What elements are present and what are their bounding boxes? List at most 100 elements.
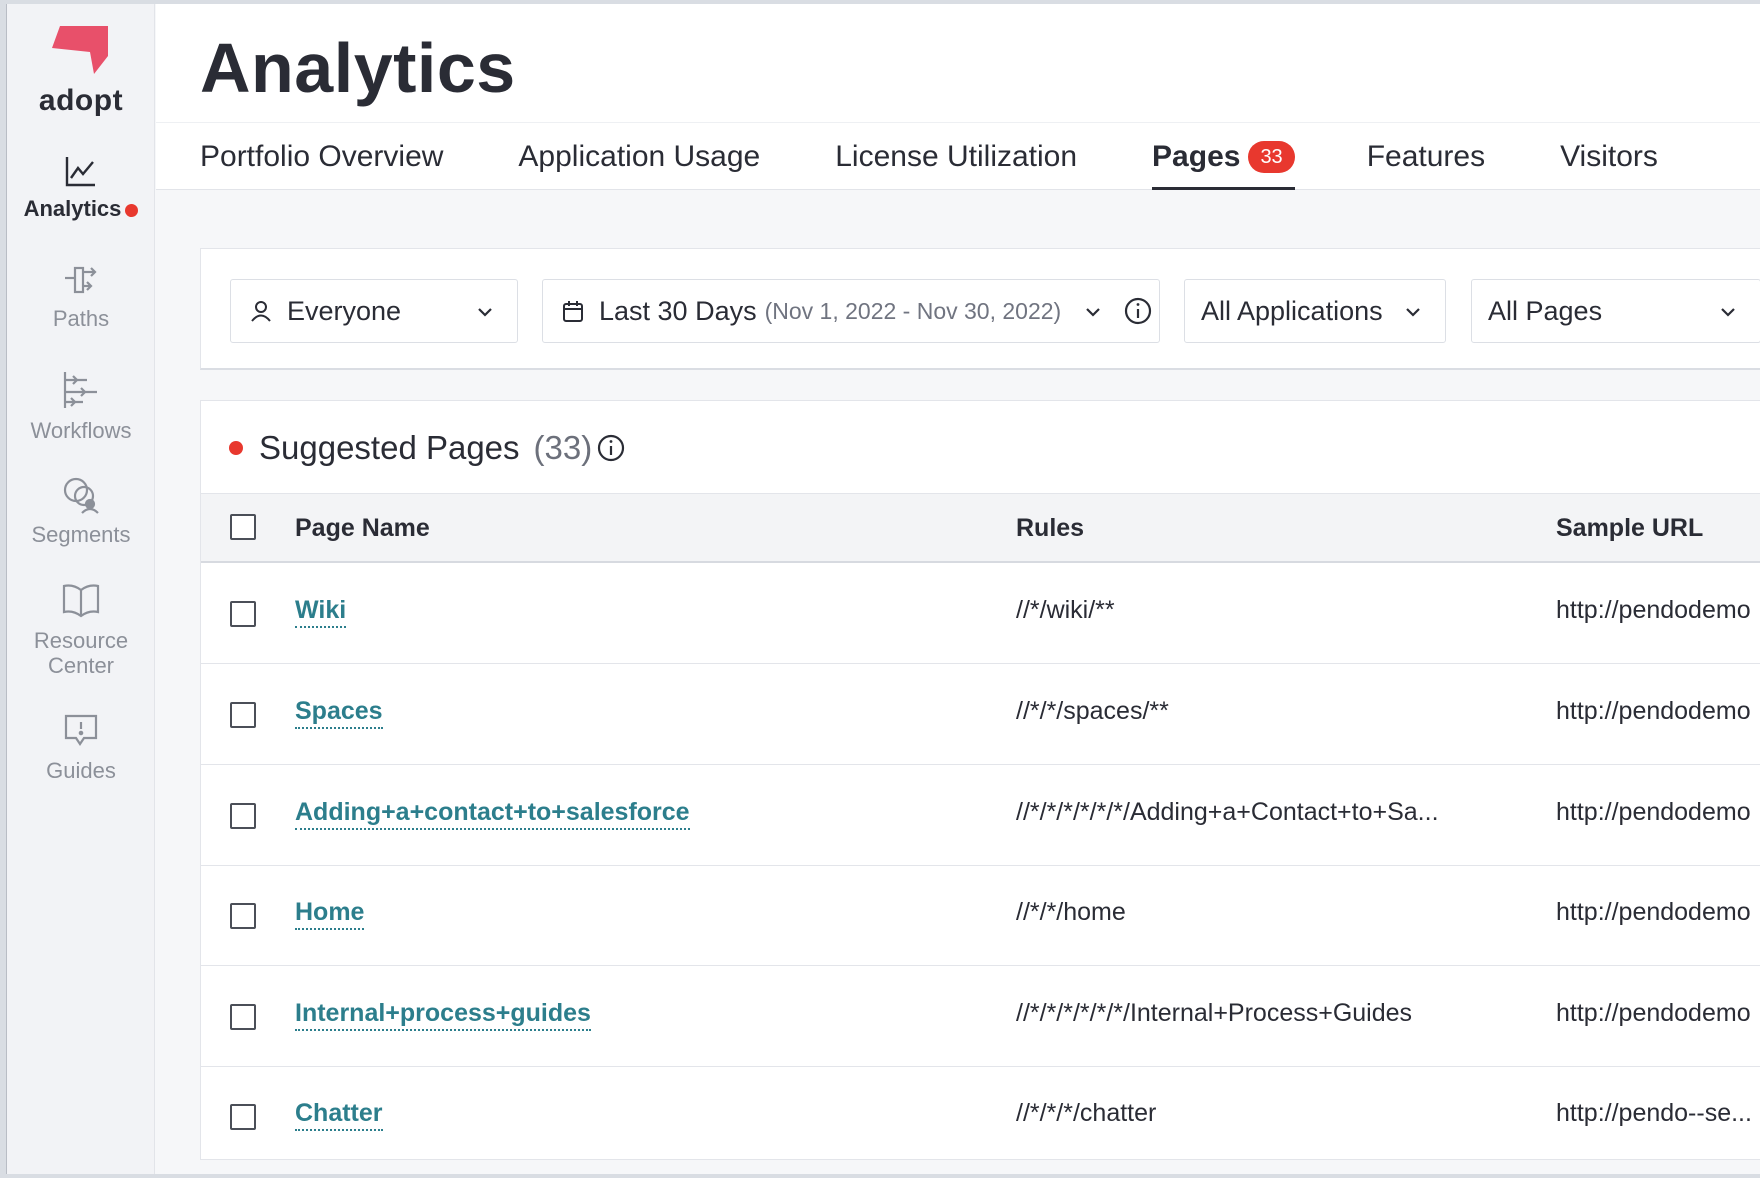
row-checkbox[interactable] <box>230 903 256 929</box>
chevron-down-icon <box>1406 308 1420 317</box>
table-row: Chatter //*/*/*/chatter http://pendo--se… <box>201 1067 1760 1167</box>
sample-url: http://pendodemo <box>1556 596 1751 624</box>
tab-label: Application Usage <box>518 140 761 173</box>
user-icon <box>251 301 271 322</box>
sidebar-item-label: Analytics <box>23 196 122 221</box>
tab-bar: Portfolio Overview Application Usage Lic… <box>200 136 1658 190</box>
sample-url: http://pendodemo <box>1556 898 1751 926</box>
page-name-link[interactable]: Wiki <box>295 596 347 628</box>
sidebar-item-segments[interactable]: Segments <box>7 476 155 547</box>
pages-dropdown[interactable]: All Pages <box>1471 279 1760 343</box>
sidebar: adopt Analytics Paths Workflows Segments… <box>7 4 155 1174</box>
table-header: Page Name Rules Sample URL <box>201 493 1760 563</box>
adopt-logo-icon <box>52 26 108 74</box>
page-rule: //*/*/spaces/** <box>1016 697 1169 725</box>
sidebar-item-label: Workflows <box>30 418 132 443</box>
sidebar-item-label: Resource Center <box>33 628 129 678</box>
info-icon[interactable] <box>1123 296 1153 326</box>
divider <box>156 122 1760 123</box>
sample-url: http://pendo--se... <box>1556 1099 1752 1127</box>
table-row: Spaces //*/*/spaces/** http://pendodemo <box>201 665 1760 765</box>
suggested-pages-card: Suggested Pages (33) Page Name Rules Sam… <box>200 400 1760 1160</box>
suggested-count: (33) <box>533 429 593 466</box>
page-rule: //*/*/home <box>1016 898 1126 926</box>
row-checkbox[interactable] <box>230 702 256 728</box>
workflows-icon <box>63 372 97 408</box>
tab-label: Features <box>1366 140 1486 173</box>
pages-count-badge: 33 <box>1248 141 1295 173</box>
date-range-detail: (Nov 1, 2022 - Nov 30, 2022) <box>764 297 1062 324</box>
segments-icon <box>63 477 99 514</box>
row-checkbox[interactable] <box>230 1004 256 1030</box>
segment-dropdown[interactable]: Everyone <box>230 279 518 343</box>
pages-value: All Pages <box>1488 295 1603 326</box>
row-checkbox[interactable] <box>230 601 256 627</box>
page-name-link[interactable]: Adding+a+contact+to+salesforce <box>295 798 690 830</box>
sidebar-item-paths[interactable]: Paths <box>7 262 155 331</box>
tab-pages[interactable]: Pages 33 <box>1152 136 1295 190</box>
card-title: Suggested Pages <box>259 429 520 466</box>
sidebar-item-workflows[interactable]: Workflows <box>7 370 155 443</box>
date-range-dropdown[interactable]: Last 30 Days (Nov 1, 2022 - Nov 30, 2022… <box>542 279 1160 343</box>
date-range-value: Last 30 Days <box>599 295 757 326</box>
page-name-link[interactable]: Spaces <box>295 697 383 729</box>
info-icon[interactable] <box>596 433 626 463</box>
brand-name: adopt <box>38 84 124 117</box>
table-row: Adding+a+contact+to+salesforce //*/*/*/*… <box>201 766 1760 866</box>
tab-portfolio-overview[interactable]: Portfolio Overview <box>200 136 443 190</box>
page-rule: //*/*/*/*/*/*/Adding+a+Contact+to+Sa... <box>1016 798 1439 826</box>
column-header-rules[interactable]: Rules <box>1016 514 1084 543</box>
tab-label: License Utilization <box>835 140 1078 173</box>
sidebar-item-label: Guides <box>46 758 116 783</box>
column-header-sample-url[interactable]: Sample URL <box>1556 514 1703 543</box>
sidebar-item-resource-center[interactable]: Resource Center <box>7 582 155 678</box>
paths-icon <box>65 266 97 294</box>
tab-visitors[interactable]: Visitors <box>1560 136 1658 190</box>
tab-label: Pages <box>1152 140 1241 173</box>
page-rule: //*/wiki/** <box>1016 596 1115 624</box>
tab-label: Visitors <box>1560 140 1658 173</box>
chart-line-icon <box>65 157 95 187</box>
sidebar-item-guides[interactable]: Guides <box>7 712 155 783</box>
guides-icon <box>64 714 98 746</box>
table-row: Wiki //*/wiki/** http://pendodemo <box>201 564 1760 664</box>
sample-url: http://pendodemo <box>1556 697 1751 725</box>
tab-license-utilization[interactable]: License Utilization <box>835 136 1077 190</box>
chevron-down-icon <box>478 308 492 317</box>
applications-dropdown[interactable]: All Applications <box>1184 279 1446 343</box>
sample-url: http://pendodemo <box>1556 798 1751 826</box>
book-icon <box>62 584 100 618</box>
tab-application-usage[interactable]: Application Usage <box>518 136 760 190</box>
table-row: Home //*/*/home http://pendodemo <box>201 866 1760 966</box>
notification-dot <box>125 204 139 217</box>
tab-label: Portfolio Overview <box>200 140 444 173</box>
sidebar-item-label: Paths <box>52 306 110 331</box>
brand[interactable]: adopt <box>7 10 155 118</box>
chevron-down-icon <box>1721 308 1735 317</box>
suggested-pages-header: Suggested Pages (33) <box>229 423 626 473</box>
chevron-down-icon <box>1086 308 1100 317</box>
page-rule: //*/*/*/chatter <box>1016 1099 1157 1127</box>
sample-url: http://pendodemo <box>1556 999 1751 1027</box>
page-rule: //*/*/*/*/*/*/Internal+Process+Guides <box>1016 999 1413 1027</box>
status-dot <box>229 441 243 455</box>
row-checkbox[interactable] <box>230 803 256 829</box>
table-row: Internal+process+guides //*/*/*/*/*/*/In… <box>201 967 1760 1067</box>
main-content: Analytics Portfolio Overview Application… <box>156 4 1760 1174</box>
page-header: Analytics Portfolio Overview Application… <box>156 4 1760 190</box>
select-all-checkbox[interactable] <box>230 514 256 540</box>
calendar-icon <box>563 301 583 322</box>
sidebar-item-label: Segments <box>31 522 131 547</box>
segment-value: Everyone <box>287 295 402 326</box>
applications-value: All Applications <box>1201 295 1383 326</box>
page-name-link[interactable]: Home <box>295 898 365 930</box>
tab-features[interactable]: Features <box>1367 136 1485 190</box>
sidebar-item-analytics[interactable]: Analytics <box>7 154 155 221</box>
app-window: adopt Analytics Paths Workflows Segments… <box>6 4 1760 1174</box>
filter-bar: Everyone Last 30 Days (Nov 1, 2022 - Nov… <box>200 248 1760 370</box>
page-name-link[interactable]: Chatter <box>295 1099 383 1131</box>
column-header-page-name[interactable]: Page Name <box>295 514 430 543</box>
page-name-link[interactable]: Internal+process+guides <box>295 999 591 1031</box>
page-title: Analytics <box>200 29 516 107</box>
row-checkbox[interactable] <box>230 1104 256 1130</box>
